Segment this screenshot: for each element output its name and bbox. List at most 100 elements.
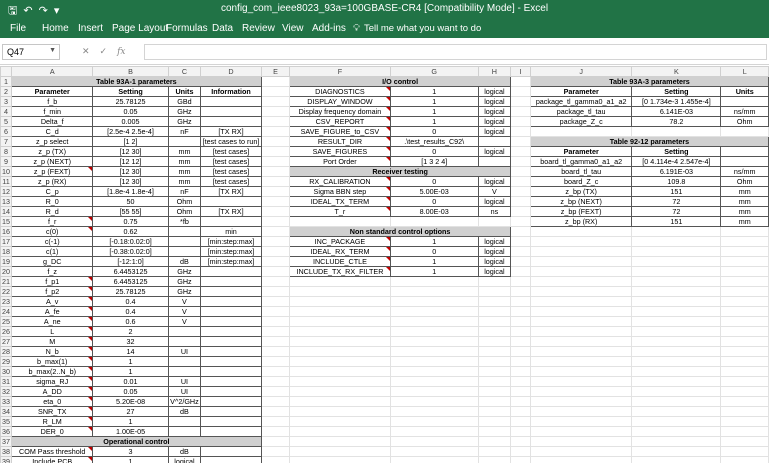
cell-a13[interactable]: R_0 xyxy=(10,196,94,207)
cell-i39[interactable] xyxy=(509,456,531,463)
tell-me-search[interactable]: Tell me what you want to do xyxy=(364,23,481,34)
formula-input[interactable] xyxy=(144,44,767,60)
row-header[interactable]: 5 xyxy=(0,116,12,127)
cell-e17[interactable] xyxy=(260,236,291,247)
cell-i28[interactable] xyxy=(509,346,531,357)
cell-i18[interactable] xyxy=(509,246,531,257)
cell-d34[interactable] xyxy=(200,406,262,417)
row-header[interactable]: 37 xyxy=(0,436,12,447)
cell-d24[interactable] xyxy=(200,306,262,317)
cell-c25[interactable]: V xyxy=(167,316,202,327)
cell-d10[interactable]: [test cases] xyxy=(200,166,262,177)
cell-b17[interactable]: [-0.18:0.02:0] xyxy=(92,236,169,247)
cell-d20[interactable] xyxy=(200,266,262,277)
cell-c29[interactable] xyxy=(167,356,202,367)
cell-b7[interactable]: [1 2] xyxy=(92,136,169,147)
cell-f23[interactable] xyxy=(289,296,391,307)
cell-i29[interactable] xyxy=(509,356,531,367)
cell-h25[interactable] xyxy=(477,316,511,327)
cell-c18[interactable] xyxy=(167,246,202,257)
cell-g2[interactable]: 1 xyxy=(389,86,479,97)
cell-k39[interactable] xyxy=(631,456,722,463)
cell-j39[interactable] xyxy=(529,456,633,463)
cell-b32[interactable]: 0.05 xyxy=(92,386,169,397)
cell-b6[interactable]: [2.5e-4 2.5e-4] xyxy=(92,126,169,137)
cell-l5[interactable]: Ohm xyxy=(720,116,769,127)
cell-l38[interactable] xyxy=(720,446,769,457)
column-header-d[interactable]: D xyxy=(200,66,262,77)
cell-g36[interactable] xyxy=(389,426,479,437)
cell-d11[interactable]: [test cases] xyxy=(200,176,262,187)
cell-a37[interactable]: Operational control xyxy=(11,436,262,447)
cell-i12[interactable] xyxy=(509,186,531,197)
cell-a23[interactable]: A_v xyxy=(10,296,94,307)
cell-a24[interactable]: A_fe xyxy=(10,306,94,317)
cell-l4[interactable]: ns/mm xyxy=(720,106,769,117)
cell-k35[interactable] xyxy=(631,416,722,427)
cell-h24[interactable] xyxy=(477,306,511,317)
cell-i21[interactable] xyxy=(509,276,531,287)
cell-j5[interactable]: package_Z_c xyxy=(529,116,633,127)
cell-d17[interactable]: [min:step:max] xyxy=(200,236,262,247)
cell-i37[interactable] xyxy=(509,436,531,447)
cell-j13[interactable]: z_bp (NEXT) xyxy=(529,196,633,207)
row-header[interactable]: 27 xyxy=(0,336,12,347)
cell-a15[interactable]: f_r xyxy=(10,216,94,227)
cell-k12[interactable]: 151 xyxy=(631,186,722,197)
row-header[interactable]: 10 xyxy=(0,166,12,177)
row-header[interactable]: 30 xyxy=(0,366,12,377)
cell-g21[interactable] xyxy=(389,276,479,287)
cell-j2[interactable]: Parameter xyxy=(529,86,633,97)
row-header[interactable]: 1 xyxy=(0,76,12,87)
cell-c39[interactable]: logical xyxy=(167,456,202,463)
cell-e20[interactable] xyxy=(260,266,291,277)
row-header[interactable]: 31 xyxy=(0,376,12,387)
cell-g19[interactable]: 1 xyxy=(389,256,479,267)
cell-j33[interactable] xyxy=(529,396,633,407)
cell-a14[interactable]: R_d xyxy=(10,206,94,217)
cell-i34[interactable] xyxy=(509,406,531,417)
row-header[interactable]: 23 xyxy=(0,296,12,307)
cell-d29[interactable] xyxy=(200,356,262,367)
cell-a1[interactable]: Table 93A-1 parameters xyxy=(11,76,262,87)
cell-c20[interactable]: GHz xyxy=(167,266,202,277)
cell-c17[interactable] xyxy=(167,236,202,247)
cell-c8[interactable]: mm xyxy=(167,146,202,157)
cell-k27[interactable] xyxy=(631,336,722,347)
cell-j32[interactable] xyxy=(529,386,633,397)
cell-g9[interactable]: [1 3 2 4] xyxy=(389,156,479,167)
cell-h39[interactable] xyxy=(477,456,511,463)
tab-add-ins[interactable]: Add-ins xyxy=(312,23,346,34)
cell-g25[interactable] xyxy=(389,316,479,327)
cell-d21[interactable] xyxy=(200,276,262,287)
cell-h22[interactable] xyxy=(477,286,511,297)
cell-a18[interactable]: c(1) xyxy=(10,246,94,257)
cell-h27[interactable] xyxy=(477,336,511,347)
row-header[interactable]: 38 xyxy=(0,446,12,457)
cell-g26[interactable] xyxy=(389,326,479,337)
cell-k19[interactable] xyxy=(631,256,722,267)
cell-e4[interactable] xyxy=(260,106,291,117)
cell-b36[interactable]: 1.00E-05 xyxy=(92,426,169,437)
cell-b16[interactable]: 0.62 xyxy=(92,226,169,237)
cell-l32[interactable] xyxy=(720,386,769,397)
cell-a5[interactable]: Delta_f xyxy=(10,116,94,127)
cell-d22[interactable] xyxy=(200,286,262,297)
cell-d18[interactable]: [min:step:max] xyxy=(200,246,262,257)
cell-l10[interactable]: ns/mm xyxy=(720,166,769,177)
cell-a21[interactable]: f_p1 xyxy=(10,276,94,287)
cell-d36[interactable] xyxy=(200,426,262,437)
cell-j24[interactable] xyxy=(529,306,633,317)
cell-a6[interactable]: C_d xyxy=(10,126,94,137)
row-header[interactable]: 29 xyxy=(0,356,12,367)
column-header-l[interactable]: L xyxy=(720,66,769,77)
cell-f17[interactable]: INC_PACKAGE xyxy=(289,236,391,247)
cell-b35[interactable]: 1 xyxy=(92,416,169,427)
cell-j18[interactable] xyxy=(529,246,633,257)
cell-k33[interactable] xyxy=(631,396,722,407)
cell-d7[interactable]: [test cases to run] xyxy=(200,136,262,147)
cell-l14[interactable]: mm xyxy=(720,206,769,217)
tab-review[interactable]: Review xyxy=(242,23,275,34)
cell-l24[interactable] xyxy=(720,306,769,317)
name-box[interactable]: Q47 ▼ xyxy=(2,44,60,60)
